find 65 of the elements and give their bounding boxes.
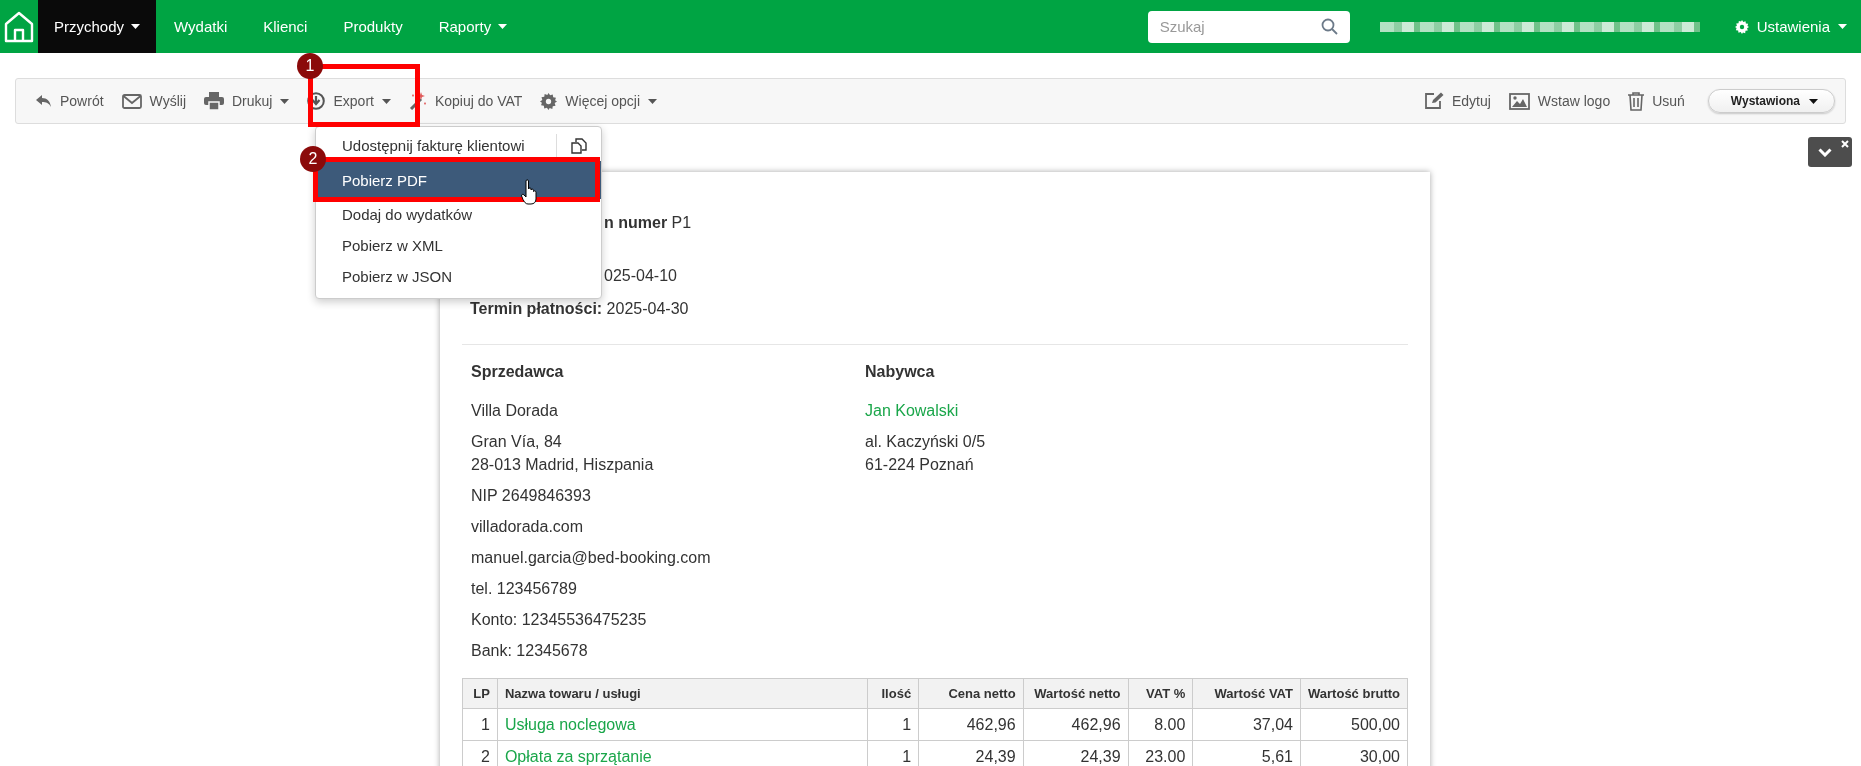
edit-icon [1423, 92, 1444, 110]
toolbar-button[interactable]: Wstaw logo [1499, 79, 1620, 123]
image-icon [1508, 92, 1530, 110]
table-cell: 1 [867, 708, 919, 741]
address-line: NIP 2649846393 [471, 486, 592, 506]
column-header: Nazwa towaru / usługi [497, 678, 868, 709]
toolbar-button[interactable]: Usuń [1619, 79, 1694, 123]
address-line: villadorada.com [471, 517, 585, 537]
copy-icon[interactable] [571, 137, 587, 154]
trash-icon [1628, 91, 1645, 111]
close-icon[interactable] [1841, 140, 1849, 148]
address-line: manuel.garcia@bed-booking.com [471, 548, 712, 568]
printer-icon [204, 92, 224, 110]
gear-icon [540, 92, 558, 110]
home-icon[interactable] [4, 9, 34, 44]
column-header: Cena netto [918, 678, 1024, 709]
table-cell: 8.00 [1128, 708, 1193, 741]
table-cell: 462,96 [1023, 708, 1129, 741]
section-heading: Sprzedawca [471, 363, 565, 381]
table-cell: 462,96 [918, 708, 1024, 741]
address-line: Bank: 12345678 [471, 641, 589, 661]
step-badge: 2 [300, 146, 326, 172]
section-heading: Nabywca [865, 363, 936, 381]
address-line: al. Kaczyński 0/5 61-224 Poznań [865, 432, 987, 475]
address-line: Villa Dorada [471, 401, 559, 421]
address-line: Gran Vía, 84 28-013 Madrid, Hiszpania [471, 432, 655, 475]
column-header: Wartość VAT [1192, 678, 1301, 709]
address-line: Konto: 12345536475235 [471, 610, 648, 630]
table-cell: 1 [462, 708, 498, 741]
toolbar-button[interactable]: Drukuj [195, 79, 299, 123]
menu-item[interactable]: Dodaj do wydatków [316, 199, 601, 230]
menu-item[interactable]: Pobierz w JSON [316, 261, 601, 292]
nav-item[interactable]: Przychody [38, 0, 157, 53]
chevron-down-icon[interactable] [1818, 148, 1832, 157]
magic-wand-icon [408, 92, 427, 110]
menu-item[interactable]: Pobierz w XML [316, 230, 601, 261]
download-icon [307, 92, 326, 110]
table-cell: 37,04 [1192, 708, 1301, 741]
table-cell: 500,00 [1300, 708, 1408, 741]
column-header: LP [462, 678, 498, 709]
hand-cursor-icon [521, 179, 537, 205]
column-header: Wartość netto [1023, 678, 1129, 709]
caret-icon [1809, 98, 1818, 104]
toolbar-button[interactable]: Więcej opcji [531, 79, 667, 123]
column-header: Ilość [867, 678, 919, 709]
settings-icon[interactable] [1734, 19, 1749, 34]
toolbar-button[interactable]: Kopiuj do VAT [399, 79, 532, 123]
search-icon[interactable] [1320, 18, 1338, 35]
status-dropdown[interactable]: Wystawiona [1707, 89, 1835, 113]
caret-icon [1838, 24, 1847, 29]
invoice-detail: n numer P1 [604, 213, 692, 233]
toolbar-button[interactable]: Edytuj [1414, 79, 1500, 123]
search-placeholder: Szukaj [1159, 18, 1205, 35]
step-badge: 1 [297, 53, 323, 79]
column-header: Wartość brutto [1300, 678, 1408, 709]
mail-icon [121, 93, 142, 109]
invoice-detail: 025-04-10 [604, 266, 677, 286]
table-cell: 2 [462, 740, 498, 766]
invoice-detail: Termin płatności: 2025-04-30 [470, 299, 689, 319]
reply-icon [35, 94, 52, 108]
toolbar-button[interactable]: Wyślij [112, 79, 195, 123]
column-header: VAT % [1128, 678, 1193, 709]
toolbar-button[interactable]: Powrót [26, 79, 113, 123]
toolbar-button[interactable]: Export [298, 79, 400, 123]
address-line: tel. 123456789 [471, 579, 578, 599]
